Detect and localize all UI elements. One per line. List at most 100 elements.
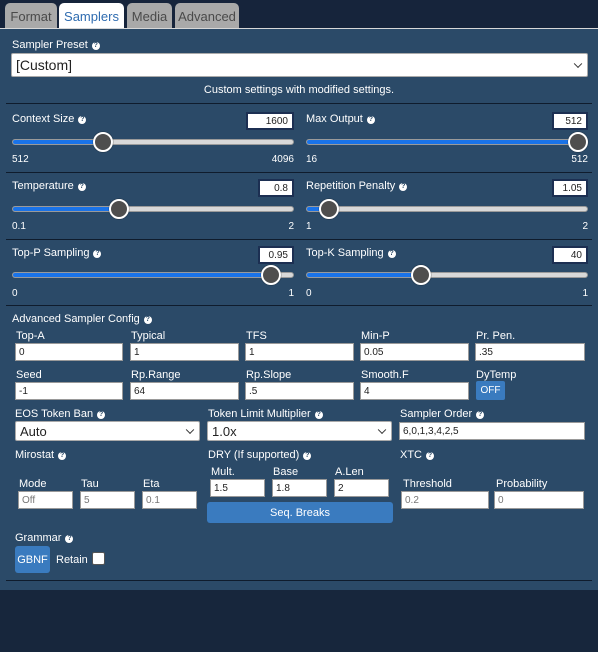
divider bbox=[6, 239, 592, 240]
dytemp-toggle-button[interactable]: OFF bbox=[476, 381, 505, 400]
mirostat-label: Mirostat? bbox=[15, 449, 67, 461]
gbnf-button[interactable]: GBNF bbox=[15, 546, 50, 573]
help-icon[interactable]: ? bbox=[65, 535, 74, 543]
help-icon[interactable]: ? bbox=[303, 452, 312, 460]
max-output-min: 16 bbox=[306, 154, 318, 165]
repetition-penalty-max: 2 bbox=[582, 221, 588, 232]
bottom-area bbox=[0, 590, 598, 652]
tab-samplers[interactable]: Samplers bbox=[59, 3, 124, 29]
context-size-input[interactable]: 1600 bbox=[246, 112, 294, 130]
retain-label: Retain bbox=[56, 554, 88, 566]
tfs-label: TFS bbox=[246, 330, 267, 342]
retain-checkbox[interactable] bbox=[92, 552, 105, 565]
help-icon[interactable]: ? bbox=[91, 42, 100, 50]
max-output-input[interactable]: 512 bbox=[552, 112, 588, 130]
typical-input[interactable]: 1 bbox=[130, 343, 239, 361]
token-limit-label: Token Limit Multiplier? bbox=[208, 408, 323, 420]
xtc-threshold-input[interactable]: 0.2 bbox=[401, 491, 489, 509]
dry-base-label: Base bbox=[273, 466, 299, 478]
help-icon[interactable]: ? bbox=[314, 411, 323, 419]
sampler-order-input[interactable]: 6,0,1,3,4,2,5 bbox=[399, 422, 585, 440]
help-icon[interactable]: ? bbox=[58, 452, 67, 460]
dry-base-input[interactable]: 1.8 bbox=[272, 479, 327, 497]
top-p-max: 1 bbox=[288, 288, 294, 299]
tab-format[interactable]: Format bbox=[5, 3, 57, 29]
chevron-down-icon bbox=[377, 425, 387, 435]
temperature-slider[interactable] bbox=[12, 206, 294, 212]
seq-breaks-button[interactable]: Seq. Breaks bbox=[207, 502, 393, 523]
help-icon[interactable]: ? bbox=[143, 316, 152, 324]
help-icon[interactable]: ? bbox=[93, 250, 102, 258]
rp-slope-input[interactable]: .5 bbox=[245, 382, 354, 400]
top-p-slider-thumb[interactable] bbox=[260, 265, 281, 285]
chevron-down-icon bbox=[185, 425, 195, 435]
presence-penalty-input[interactable]: .35 bbox=[475, 343, 585, 361]
dry-mult-input[interactable]: 1.5 bbox=[210, 479, 265, 497]
repetition-penalty-input[interactable]: 1.05 bbox=[552, 179, 588, 197]
mirostat-eta-input[interactable]: 0.1 bbox=[142, 491, 197, 509]
tab-advanced[interactable]: Advanced bbox=[175, 3, 239, 29]
presence-penalty-label: Pr. Pen. bbox=[476, 330, 516, 342]
tab-media[interactable]: Media bbox=[127, 3, 172, 29]
xtc-probability-input[interactable]: 0 bbox=[494, 491, 584, 509]
eos-token-ban-label: EOS Token Ban? bbox=[15, 408, 106, 420]
top-p-input[interactable]: 0.95 bbox=[258, 246, 294, 264]
smooth-f-input[interactable]: 4 bbox=[360, 382, 469, 400]
token-limit-select[interactable]: 1.0x bbox=[207, 421, 392, 441]
top-a-input[interactable]: 0 bbox=[15, 343, 123, 361]
top-k-label: Top-K Sampling? bbox=[306, 247, 396, 259]
typical-label: Typical bbox=[131, 330, 166, 342]
top-k-max: 1 bbox=[582, 288, 588, 299]
top-p-min: 0 bbox=[12, 288, 18, 299]
seed-input[interactable]: -1 bbox=[15, 382, 123, 400]
sampler-order-label: Sampler Order? bbox=[400, 408, 485, 420]
temperature-input[interactable]: 0.8 bbox=[258, 179, 294, 197]
divider bbox=[6, 580, 592, 581]
dry-alen-input[interactable]: 2 bbox=[334, 479, 389, 497]
help-icon[interactable]: ? bbox=[77, 183, 86, 191]
top-k-input[interactable]: 40 bbox=[552, 246, 588, 264]
dry-alen-label: A.Len bbox=[335, 466, 364, 478]
smooth-f-label: Smooth.F bbox=[361, 369, 409, 381]
tfs-input[interactable]: 1 bbox=[245, 343, 354, 361]
max-output-slider[interactable] bbox=[306, 139, 588, 145]
grammar-label: Grammar? bbox=[15, 532, 74, 544]
max-output-label: Max Output? bbox=[306, 113, 375, 125]
top-k-slider[interactable] bbox=[306, 272, 588, 278]
top-a-label: Top-A bbox=[16, 330, 45, 342]
help-icon[interactable]: ? bbox=[97, 411, 106, 419]
rp-slope-label: Rp.Slope bbox=[246, 369, 292, 381]
max-output-slider-thumb[interactable] bbox=[568, 132, 588, 152]
advanced-config-title: Advanced Sampler Config? bbox=[12, 313, 152, 325]
context-size-slider[interactable] bbox=[12, 139, 294, 145]
rp-range-input[interactable]: 64 bbox=[130, 382, 239, 400]
help-icon[interactable]: ? bbox=[366, 116, 375, 124]
top-k-slider-thumb[interactable] bbox=[410, 265, 431, 285]
repetition-penalty-slider[interactable] bbox=[306, 206, 588, 212]
top-p-slider[interactable] bbox=[12, 272, 294, 278]
context-size-max: 4096 bbox=[271, 154, 294, 165]
temperature-max: 2 bbox=[288, 221, 294, 232]
help-icon[interactable]: ? bbox=[399, 183, 408, 191]
mirostat-tau-input[interactable]: 5 bbox=[80, 491, 135, 509]
divider bbox=[6, 305, 592, 306]
preset-description: Custom settings with modified settings. bbox=[203, 84, 395, 96]
dry-mult-label: Mult. bbox=[211, 466, 235, 478]
help-icon[interactable]: ? bbox=[387, 250, 396, 258]
repetition-penalty-min: 1 bbox=[306, 221, 312, 232]
help-icon[interactable]: ? bbox=[78, 116, 87, 124]
rp-range-label: Rp.Range bbox=[131, 369, 181, 381]
temperature-slider-thumb[interactable] bbox=[108, 199, 129, 219]
min-p-input[interactable]: 0.05 bbox=[360, 343, 469, 361]
dry-label: DRY (If supported)? bbox=[208, 449, 312, 461]
help-icon[interactable]: ? bbox=[476, 411, 485, 419]
repetition-penalty-label: Repetition Penalty? bbox=[306, 180, 408, 192]
repetition-penalty-slider-thumb[interactable] bbox=[319, 199, 340, 219]
eos-token-ban-select[interactable]: Auto bbox=[15, 421, 200, 441]
dytemp-label: DyTemp bbox=[476, 369, 517, 381]
mirostat-mode-input[interactable]: Off bbox=[18, 491, 73, 509]
temperature-label: Temperature? bbox=[12, 180, 86, 192]
sampler-preset-value: [Custom] bbox=[16, 57, 73, 73]
sampler-preset-select[interactable]: [Custom] bbox=[11, 53, 588, 77]
help-icon[interactable]: ? bbox=[426, 452, 434, 460]
